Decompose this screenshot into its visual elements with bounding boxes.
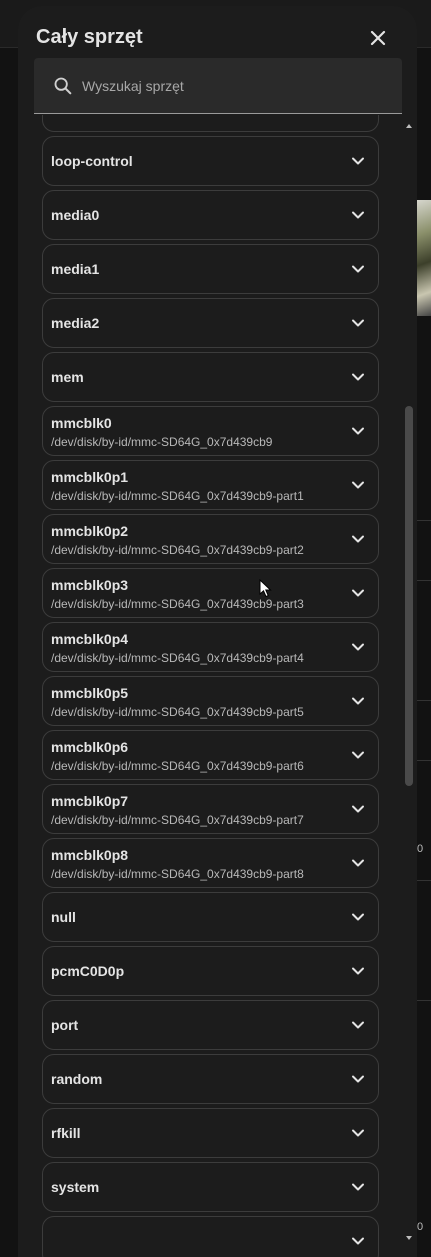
hardware-list: linux,cma loop-control media0 media1 media2 m… [18, 115, 417, 1257]
device-name: mmcblk0p7 [51, 793, 129, 809]
device-item[interactable]: mmcblk0/dev/disk/by-id/mmc-SD64G_0x7d439… [42, 406, 379, 456]
search-field[interactable] [34, 58, 402, 114]
device-item[interactable]: rfkill [42, 1108, 379, 1158]
device-item[interactable]: mmcblk0p8/dev/disk/by-id/mmc-SD64G_0x7d4… [42, 838, 379, 888]
device-name: mmcblk0p6 [51, 739, 129, 755]
device-path: /dev/disk/by-id/mmc-SD64G_0x7d439cb9-par… [51, 867, 304, 881]
device-name: pcmC0D0p [51, 963, 125, 979]
search-icon [52, 75, 74, 97]
scroll-down-arrow-icon[interactable] [405, 1234, 413, 1242]
device-path: /dev/disk/by-id/mmc-SD64G_0x7d439cb9 [51, 435, 273, 449]
chevron-down-icon[interactable] [349, 800, 367, 818]
device-item[interactable]: mmcblk0p6/dev/disk/by-id/mmc-SD64G_0x7d4… [42, 730, 379, 780]
chevron-down-icon[interactable] [349, 692, 367, 710]
chevron-down-icon[interactable] [349, 1124, 367, 1142]
device-item[interactable]: media2 [42, 298, 379, 348]
device-name: loop-control [51, 153, 133, 169]
device-name: media0 [51, 207, 100, 223]
chevron-down-icon[interactable] [349, 206, 367, 224]
device-item[interactable]: mmcblk0p3/dev/disk/by-id/mmc-SD64G_0x7d4… [42, 568, 379, 618]
device-name: mmcblk0p3 [51, 577, 129, 593]
chevron-down-icon[interactable] [349, 476, 367, 494]
device-path: /dev/disk/by-id/mmc-SD64G_0x7d439cb9-par… [51, 813, 304, 827]
all-hardware-dialog: Cały sprzęt linux,cma loop-control media0 m… [18, 6, 417, 1257]
chevron-down-icon[interactable] [349, 962, 367, 980]
chevron-down-icon[interactable] [349, 314, 367, 332]
device-name: mmcblk0p5 [51, 685, 129, 701]
chevron-down-icon[interactable] [349, 530, 367, 548]
device-item[interactable]: linux,cma [42, 115, 379, 132]
scrollbar-thumb[interactable] [405, 406, 413, 786]
device-name: mmcblk0p2 [51, 523, 129, 539]
close-icon [370, 30, 386, 46]
device-item[interactable] [42, 1216, 379, 1257]
device-item[interactable]: system [42, 1162, 379, 1212]
device-name: media2 [51, 315, 100, 331]
chevron-down-icon[interactable] [349, 854, 367, 872]
device-item[interactable]: mmcblk0p2/dev/disk/by-id/mmc-SD64G_0x7d4… [42, 514, 379, 564]
device-path: /dev/disk/by-id/mmc-SD64G_0x7d439cb9-par… [51, 651, 304, 665]
device-path: /dev/disk/by-id/mmc-SD64G_0x7d439cb9-par… [51, 543, 304, 557]
search-input[interactable] [82, 68, 382, 104]
chevron-down-icon[interactable] [349, 260, 367, 278]
device-name: mmcblk0p1 [51, 469, 129, 485]
device-item[interactable]: mem [42, 352, 379, 402]
device-name: mmcblk0 [51, 415, 112, 431]
device-path: /dev/disk/by-id/mmc-SD64G_0x7d439cb9-par… [51, 759, 304, 773]
chevron-down-icon[interactable] [349, 908, 367, 926]
device-name: mmcblk0p8 [51, 847, 129, 863]
device-item[interactable]: mmcblk0p7/dev/disk/by-id/mmc-SD64G_0x7d4… [42, 784, 379, 834]
background-edge-text: 0 [417, 1221, 424, 1233]
device-item[interactable]: pcmC0D0p [42, 946, 379, 996]
chevron-down-icon[interactable] [349, 368, 367, 386]
scrollbar[interactable] [403, 116, 415, 1257]
dialog-title: Cały sprzęt [36, 26, 143, 48]
device-name: system [51, 1179, 100, 1195]
chevron-down-icon[interactable] [349, 1178, 367, 1196]
device-item[interactable]: mmcblk0p4/dev/disk/by-id/mmc-SD64G_0x7d4… [42, 622, 379, 672]
device-name: random [51, 1071, 103, 1087]
chevron-down-icon[interactable] [349, 1232, 367, 1250]
device-name: rfkill [51, 1125, 81, 1141]
chevron-down-icon[interactable] [349, 115, 367, 116]
device-item[interactable]: mmcblk0p1/dev/disk/by-id/mmc-SD64G_0x7d4… [42, 460, 379, 510]
close-button[interactable] [366, 26, 390, 50]
device-path: /dev/disk/by-id/mmc-SD64G_0x7d439cb9-par… [51, 705, 304, 719]
device-path: /dev/disk/by-id/mmc-SD64G_0x7d439cb9-par… [51, 489, 304, 503]
scroll-up-arrow-icon[interactable] [405, 122, 413, 130]
device-item[interactable]: port [42, 1000, 379, 1050]
device-path: /dev/disk/by-id/mmc-SD64G_0x7d439cb9-par… [51, 597, 304, 611]
chevron-down-icon[interactable] [349, 746, 367, 764]
device-item[interactable]: loop-control [42, 136, 379, 186]
chevron-down-icon[interactable] [349, 584, 367, 602]
device-item[interactable]: mmcblk0p5/dev/disk/by-id/mmc-SD64G_0x7d4… [42, 676, 379, 726]
device-item[interactable]: null [42, 892, 379, 942]
background-edge-text: 0 [417, 843, 424, 855]
dialog-header: Cały sprzęt [18, 6, 417, 64]
device-name: mmcblk0p4 [51, 631, 129, 647]
device-item[interactable]: media1 [42, 244, 379, 294]
device-name: media1 [51, 261, 100, 277]
chevron-down-icon[interactable] [349, 422, 367, 440]
chevron-down-icon[interactable] [349, 638, 367, 656]
mouse-cursor-icon [259, 579, 272, 598]
device-item[interactable]: random [42, 1054, 379, 1104]
chevron-down-icon[interactable] [349, 1016, 367, 1034]
device-name: null [51, 909, 76, 925]
device-item[interactable]: media0 [42, 190, 379, 240]
device-name: port [51, 1017, 79, 1033]
device-name: mem [51, 369, 84, 385]
chevron-down-icon[interactable] [349, 1070, 367, 1088]
chevron-down-icon[interactable] [349, 152, 367, 170]
